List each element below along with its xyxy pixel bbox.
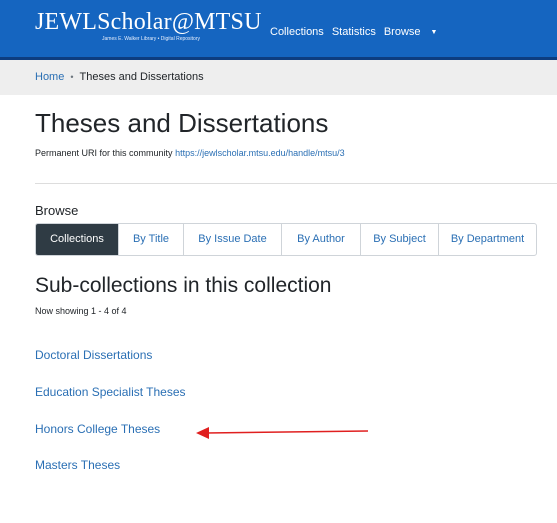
annotation-arrow-shaft bbox=[205, 430, 369, 434]
annotation-arrow-head bbox=[196, 427, 209, 439]
annotation-arrow bbox=[196, 427, 369, 439]
